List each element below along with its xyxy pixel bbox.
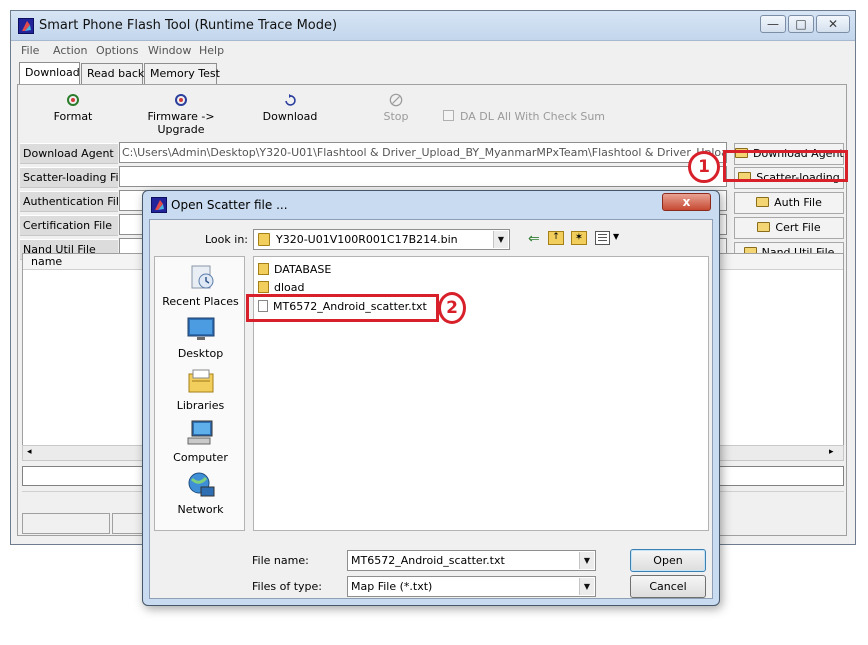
cert-file-button[interactable]: Cert File xyxy=(734,217,844,239)
menu-bar: File Action Options Window Help xyxy=(11,42,855,61)
download-refresh-icon xyxy=(285,94,296,106)
scatter-loading-label: Scatter-loading File xyxy=(20,167,128,188)
tab-memory-test[interactable]: Memory Test xyxy=(144,63,220,84)
minimize-button[interactable]: — xyxy=(760,15,786,33)
chevron-down-icon[interactable]: ▼ xyxy=(579,578,594,595)
checksum-option[interactable]: DA DL All With Check Sum xyxy=(443,110,605,123)
place-computer[interactable]: Computer xyxy=(155,418,246,464)
back-arrow-icon[interactable]: ⇐ xyxy=(528,231,540,247)
title-bar[interactable]: Smart Phone Flash Tool (Runtime Trace Mo… xyxy=(11,11,855,41)
file-name-input[interactable]: MT6572_Android_scatter.txt ▼ xyxy=(347,550,596,571)
view-menu-icon[interactable] xyxy=(595,231,610,245)
menu-file[interactable]: File xyxy=(21,44,39,57)
column-name-header[interactable]: name xyxy=(31,255,62,268)
file-row-database[interactable]: DATABASE xyxy=(258,262,331,278)
chevron-down-icon[interactable]: ▼ xyxy=(493,231,508,248)
open-button[interactable]: Open xyxy=(630,549,706,572)
place-computer-label: Computer xyxy=(173,451,228,464)
scroll-right-icon[interactable]: ▸ xyxy=(829,447,834,457)
desktop-icon xyxy=(187,317,214,340)
up-folder-icon[interactable]: ↑ xyxy=(548,231,564,245)
new-folder-icon[interactable]: ✶ xyxy=(571,231,587,245)
files-of-type-select[interactable]: Map File (*.txt) ▼ xyxy=(347,576,596,597)
checksum-label: DA DL All With Check Sum xyxy=(460,110,606,123)
download-label: Download xyxy=(262,110,318,123)
places-bar: Recent Places Desktop Libraries Computer… xyxy=(154,256,245,531)
tab-download[interactable]: Download xyxy=(19,62,80,84)
status-cell-1 xyxy=(22,513,110,534)
scroll-left-icon[interactable]: ◂ xyxy=(27,447,32,457)
step-2-marker: 2 xyxy=(438,292,466,324)
menu-window[interactable]: Window xyxy=(148,44,191,57)
certification-label: Certification File xyxy=(20,215,118,236)
scatter-button-highlight xyxy=(723,150,848,182)
dialog-app-icon xyxy=(151,197,167,213)
place-recent[interactable]: Recent Places xyxy=(155,262,246,308)
look-in-select[interactable]: Y320-U01V100R001C17B214.bin ▼ xyxy=(253,229,510,250)
format-icon xyxy=(67,94,79,106)
download-agent-field[interactable]: C:\Users\Admin\Desktop\Y320-U01\Flashtoo… xyxy=(119,142,727,163)
folder-icon xyxy=(258,263,269,275)
stop-tool[interactable]: Stop xyxy=(376,93,416,123)
file-name-value: MT6572_Android_scatter.txt xyxy=(351,554,505,567)
firmware-upgrade-tool[interactable]: Firmware -> Upgrade xyxy=(126,93,236,136)
view-dropdown-icon[interactable]: ▼ xyxy=(613,232,619,241)
place-desktop[interactable]: Desktop xyxy=(155,314,246,360)
app-icon xyxy=(18,18,34,34)
cancel-button[interactable]: Cancel xyxy=(630,575,706,598)
firmware-icon xyxy=(175,94,187,106)
recent-places-icon xyxy=(191,265,213,289)
file-name: dload xyxy=(274,281,305,294)
cert-file-button-label: Cert File xyxy=(775,221,821,234)
folder-icon xyxy=(258,281,269,293)
firmware-upgrade-label: Firmware -> Upgrade xyxy=(147,110,215,136)
look-in-value: Y320-U01V100R001C17B214.bin xyxy=(276,233,458,246)
dialog-body: Look in: Y320-U01V100R001C17B214.bin ▼ ⇐… xyxy=(149,219,713,599)
place-libraries[interactable]: Libraries xyxy=(155,366,246,412)
stop-icon xyxy=(389,93,403,107)
auth-file-button[interactable]: Auth File xyxy=(734,192,844,214)
format-label: Format xyxy=(53,110,93,123)
folder-icon xyxy=(258,233,270,246)
menu-action[interactable]: Action xyxy=(53,44,87,57)
files-of-type-value: Map File (*.txt) xyxy=(351,580,433,593)
step-1-marker: 1 xyxy=(688,151,720,183)
place-recent-label: Recent Places xyxy=(162,295,239,308)
tab-read-back[interactable]: Read back xyxy=(81,63,144,84)
file-name-label: File name: xyxy=(252,554,309,567)
dialog-close-button[interactable]: x xyxy=(662,193,711,211)
libraries-icon xyxy=(188,369,213,393)
network-icon xyxy=(188,472,214,497)
file-name: DATABASE xyxy=(274,263,332,276)
chevron-down-icon[interactable]: ▼ xyxy=(579,552,594,569)
download-tool[interactable]: Download xyxy=(260,93,320,123)
maximize-button[interactable]: □ xyxy=(788,15,814,33)
authentication-label: Authentication File xyxy=(20,191,126,212)
place-desktop-label: Desktop xyxy=(177,347,224,360)
folder-icon xyxy=(756,197,770,207)
menu-options[interactable]: Options xyxy=(96,44,138,57)
place-network[interactable]: Network xyxy=(155,470,246,516)
format-tool[interactable]: Format xyxy=(48,93,98,123)
scatter-loading-field[interactable] xyxy=(119,166,727,187)
open-scatter-dialog: Open Scatter file ... x Look in: Y320-U0… xyxy=(142,190,720,606)
menu-help[interactable]: Help xyxy=(199,44,224,57)
stop-label: Stop xyxy=(383,110,409,123)
files-of-type-label: Files of type: xyxy=(252,580,323,593)
scatter-file-highlight xyxy=(246,294,439,322)
auth-file-button-label: Auth File xyxy=(774,196,822,209)
download-agent-label: Download Agent xyxy=(20,143,118,164)
computer-icon xyxy=(187,420,212,445)
folder-icon xyxy=(757,222,771,232)
window-title: Smart Phone Flash Tool (Runtime Trace Mo… xyxy=(39,18,338,33)
checksum-checkbox[interactable] xyxy=(443,110,454,121)
place-network-label: Network xyxy=(177,503,224,516)
dialog-title: Open Scatter file ... xyxy=(171,198,288,212)
look-in-label: Look in: xyxy=(205,233,248,246)
place-libraries-label: Libraries xyxy=(176,399,225,412)
close-button[interactable]: ✕ xyxy=(816,15,850,33)
